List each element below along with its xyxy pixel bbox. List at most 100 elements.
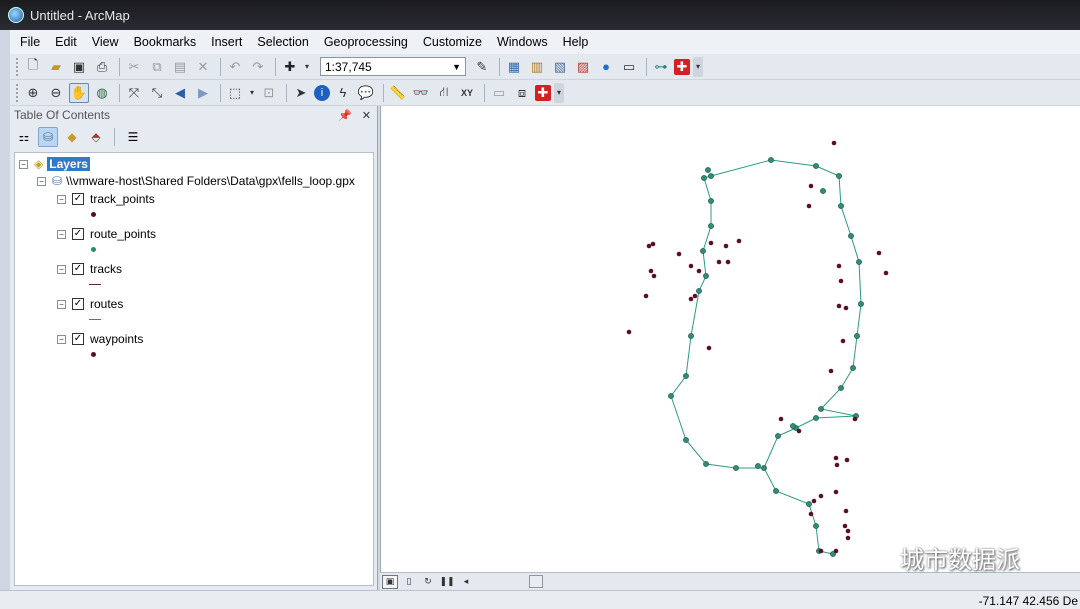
- visibility-checkbox[interactable]: ✓: [72, 298, 84, 310]
- layer-row-tracks[interactable]: − ✓ tracks: [57, 262, 122, 276]
- fixed-zoom-in-icon[interactable]: ⤧: [124, 83, 144, 103]
- back-arrow-icon[interactable]: ◀: [170, 83, 190, 103]
- go-to-xy-icon[interactable]: XY: [457, 83, 477, 103]
- copy-icon[interactable]: ⧉: [147, 57, 167, 77]
- catalog-window-icon[interactable]: ▥: [527, 57, 547, 77]
- chevron-down-icon[interactable]: ▼: [452, 62, 461, 72]
- red-cross-tool-2-icon[interactable]: ✚: [535, 84, 551, 101]
- map-display[interactable]: [380, 106, 1080, 572]
- fixed-zoom-out-icon[interactable]: ⤡: [147, 83, 167, 103]
- full-extent-globe-icon[interactable]: ◍: [92, 83, 112, 103]
- paste-icon[interactable]: ▤: [170, 57, 190, 77]
- find-route-icon[interactable]: ⛙: [434, 83, 454, 103]
- collapse-icon[interactable]: −: [19, 159, 28, 169]
- refresh-icon[interactable]: ↻: [420, 575, 436, 589]
- collapse-icon[interactable]: −: [57, 299, 66, 309]
- add-data-icon[interactable]: ✚: [280, 57, 300, 77]
- select-features-dropdown-icon[interactable]: ▾: [248, 83, 256, 103]
- map-canvas[interactable]: [381, 106, 1080, 572]
- cut-icon[interactable]: ✂: [124, 57, 144, 77]
- layers-root-row[interactable]: − ◈ Layers: [19, 157, 90, 171]
- model-builder-icon[interactable]: ▭: [619, 57, 639, 77]
- menu-file[interactable]: File: [20, 35, 40, 49]
- collapse-icon[interactable]: −: [37, 176, 46, 186]
- data-source-row[interactable]: − ⛁ \\vmware-host\Shared Folders\Data\gp…: [37, 174, 355, 188]
- layer-name[interactable]: tracks: [90, 262, 122, 276]
- list-by-selection-icon[interactable]: ⬘: [86, 127, 106, 147]
- delete-icon[interactable]: ✕: [193, 57, 213, 77]
- select-features-icon[interactable]: ⬚: [225, 83, 245, 103]
- toolbar-overflow-icon[interactable]: ▾: [554, 82, 564, 103]
- list-by-source-icon[interactable]: ⛁: [38, 127, 58, 147]
- layer-row-routes[interactable]: − ✓ routes: [57, 297, 123, 311]
- menu-view[interactable]: View: [92, 35, 119, 49]
- menu-bookmarks[interactable]: Bookmarks: [134, 35, 197, 49]
- visibility-checkbox[interactable]: ✓: [72, 263, 84, 275]
- layers-root-label[interactable]: Layers: [47, 157, 90, 171]
- identify-icon[interactable]: i: [314, 84, 330, 101]
- pause-drawing-icon[interactable]: ❚❚: [439, 575, 455, 589]
- pin-icon[interactable]: 📌: [338, 109, 352, 122]
- clear-selection-icon[interactable]: ⊡: [259, 83, 279, 103]
- layout-view-icon[interactable]: ▯: [401, 575, 417, 589]
- layer-row-route-points[interactable]: − ✓ route_points: [57, 227, 156, 241]
- options-icon[interactable]: ☰: [123, 127, 143, 147]
- layer-row-track-points[interactable]: − ✓ track_points: [57, 192, 155, 206]
- menu-help[interactable]: Help: [563, 35, 589, 49]
- close-icon[interactable]: ✕: [362, 109, 371, 122]
- collapse-icon[interactable]: −: [57, 229, 66, 239]
- zoom-out-icon[interactable]: ⊖: [46, 83, 66, 103]
- new-document-icon[interactable]: 🗋: [23, 57, 43, 77]
- collapse-icon[interactable]: −: [57, 334, 66, 344]
- save-icon[interactable]: ▣: [69, 57, 89, 77]
- select-elements-arrow-icon[interactable]: ➤: [291, 83, 311, 103]
- forward-arrow-icon[interactable]: ▶: [193, 83, 213, 103]
- open-folder-icon[interactable]: ▰: [46, 57, 66, 77]
- layer-row-waypoints[interactable]: − ✓ waypoints: [57, 332, 143, 346]
- arctoolbox-icon[interactable]: ▨: [573, 57, 593, 77]
- toolbar-grip[interactable]: [16, 57, 19, 76]
- visibility-checkbox[interactable]: ✓: [72, 193, 84, 205]
- menu-insert[interactable]: Insert: [211, 35, 242, 49]
- hyperlink-icon[interactable]: ϟ: [333, 83, 353, 103]
- print-icon[interactable]: ⎙: [92, 57, 112, 77]
- collapse-icon[interactable]: −: [57, 264, 66, 274]
- collapse-icon[interactable]: −: [57, 194, 66, 204]
- html-popup-icon[interactable]: 💬: [356, 83, 376, 103]
- list-by-drawing-order-icon[interactable]: ⚏: [14, 127, 34, 147]
- layer-name[interactable]: routes: [90, 297, 123, 311]
- layer-name[interactable]: waypoints: [90, 332, 143, 346]
- visibility-checkbox[interactable]: ✓: [72, 228, 84, 240]
- horizontal-scrollbar[interactable]: [487, 575, 567, 588]
- menu-geoprocessing[interactable]: Geoprocessing: [324, 35, 408, 49]
- visibility-checkbox[interactable]: ✓: [72, 333, 84, 345]
- scroll-left-icon[interactable]: ◂: [458, 575, 474, 589]
- scrollbar-thumb[interactable]: [529, 575, 543, 588]
- list-by-visibility-icon[interactable]: ◆: [62, 127, 82, 147]
- layer-name[interactable]: track_points: [90, 192, 155, 206]
- table-of-contents-window-icon[interactable]: ▦: [504, 57, 524, 77]
- pan-hand-icon[interactable]: ✋: [69, 82, 89, 103]
- toolbar-grip[interactable]: [16, 83, 19, 102]
- search-window-icon[interactable]: ▧: [550, 57, 570, 77]
- menu-selection[interactable]: Selection: [257, 35, 308, 49]
- measure-icon[interactable]: 📏: [388, 83, 408, 103]
- find-binoculars-icon[interactable]: 👓: [411, 83, 431, 103]
- network-tool-icon[interactable]: ⊶: [651, 57, 671, 77]
- map-scale-combobox[interactable]: 1:37,745 ▼: [320, 57, 466, 76]
- undo-icon[interactable]: ↶: [225, 57, 245, 77]
- toolbar-overflow-icon[interactable]: ▾: [693, 56, 703, 77]
- redo-icon[interactable]: ↷: [248, 57, 268, 77]
- menu-customize[interactable]: Customize: [423, 35, 482, 49]
- layer-name[interactable]: route_points: [90, 227, 156, 241]
- red-cross-tool-icon[interactable]: ✚: [674, 58, 690, 75]
- editor-toolbar-icon[interactable]: ✎: [472, 57, 492, 77]
- zoom-in-icon[interactable]: ⊕: [23, 83, 43, 103]
- python-window-icon[interactable]: ●: [596, 57, 616, 77]
- data-view-icon[interactable]: ▣: [382, 574, 398, 589]
- time-slider-icon[interactable]: ▭: [489, 83, 509, 103]
- add-data-dropdown-icon[interactable]: ▾: [303, 57, 311, 77]
- create-viewer-window-icon[interactable]: ⧈: [512, 83, 532, 103]
- menu-edit[interactable]: Edit: [55, 35, 77, 49]
- menu-windows[interactable]: Windows: [497, 35, 548, 49]
